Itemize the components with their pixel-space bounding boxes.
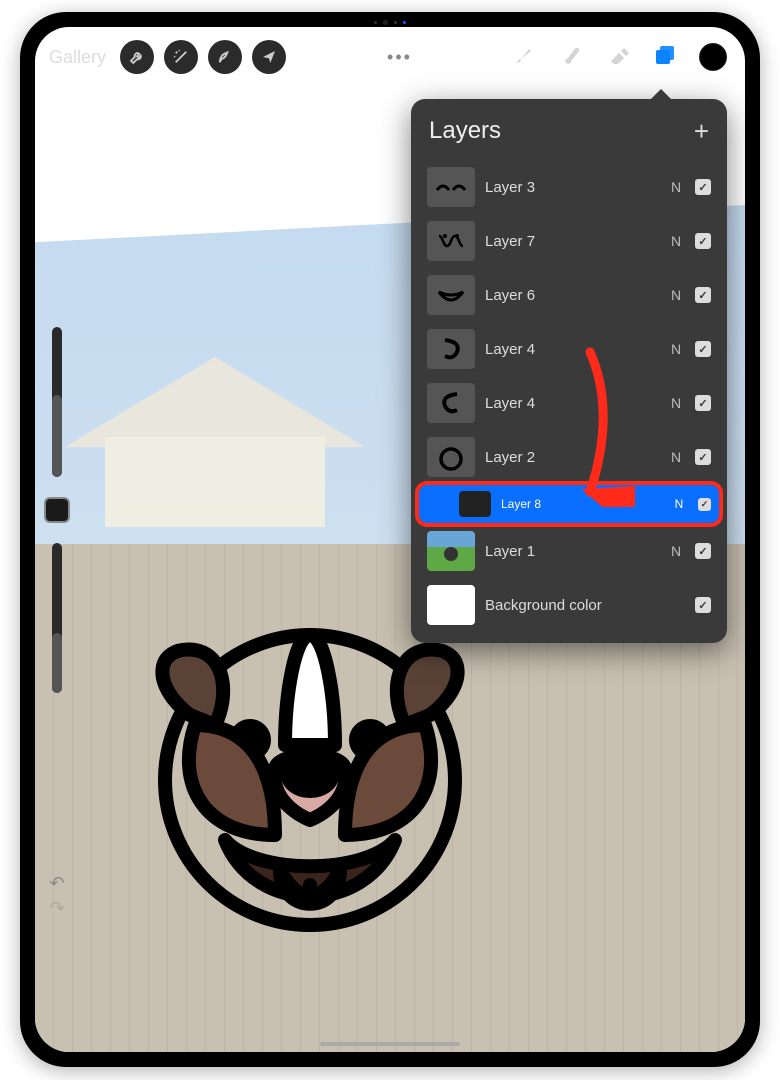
blend-mode-label[interactable]: N (667, 179, 685, 195)
selection-icon[interactable] (208, 40, 242, 74)
layer-name-label: Layer 4 (485, 341, 657, 358)
layer-thumbnail (427, 437, 475, 477)
blend-mode-label[interactable]: N (667, 287, 685, 303)
layers-panel: Layers + Layer 3 N ✓ Layer 7 N ✓ Layer 6… (411, 99, 727, 643)
opacity-slider[interactable] (52, 543, 62, 693)
app-toolbar: Gallery ••• (45, 35, 735, 79)
visibility-checkbox[interactable]: ✓ (695, 543, 711, 559)
layer-name-label: Layer 3 (485, 179, 657, 196)
visibility-checkbox[interactable]: ✓ (695, 449, 711, 465)
layers-icon[interactable] (653, 43, 677, 72)
layer-row[interactable]: Layer 2 N ✓ (419, 431, 719, 483)
transform-icon[interactable] (252, 40, 286, 74)
layer-thumbnail (427, 585, 475, 625)
camera-bar (330, 18, 450, 26)
blend-mode-label[interactable]: N (667, 449, 685, 465)
layer-row-selected[interactable]: Layer 8 N ✓ (419, 485, 719, 523)
layer-name-label: Layer 6 (485, 287, 657, 304)
wand-icon[interactable] (164, 40, 198, 74)
layer-name-label: Layer 7 (485, 233, 657, 250)
home-indicator (320, 1042, 460, 1046)
ipad-frame: Gallery ••• (20, 12, 760, 1067)
visibility-checkbox[interactable]: ✓ (695, 341, 711, 357)
visibility-checkbox[interactable]: ✓ (695, 287, 711, 303)
layer-row[interactable]: Layer 4 N ✓ (419, 377, 719, 429)
layer-row[interactable]: Layer 3 N ✓ (419, 161, 719, 213)
brush-size-slider[interactable] (52, 327, 62, 477)
layer-row[interactable]: Layer 7 N ✓ (419, 215, 719, 267)
layer-name-label: Layer 1 (485, 543, 657, 560)
layer-thumbnail (427, 531, 475, 571)
smudge-icon[interactable] (559, 42, 585, 73)
blend-mode-label[interactable]: N (667, 341, 685, 357)
layer-row[interactable]: Layer 1 N ✓ (419, 525, 719, 577)
layer-name-label: Layer 8 (501, 497, 660, 511)
visibility-checkbox[interactable]: ✓ (698, 498, 711, 511)
redo-icon[interactable]: ↷ (49, 898, 64, 919)
modify-menu-icon[interactable]: ••• (387, 47, 412, 68)
blend-mode-label[interactable]: N (667, 395, 685, 411)
layer-name-label: Layer 4 (485, 395, 657, 412)
dog-lineart (135, 605, 485, 955)
layer-row[interactable]: Layer 6 N ✓ (419, 269, 719, 321)
layer-thumbnail (427, 275, 475, 315)
blend-mode-label[interactable]: N (667, 233, 685, 249)
side-controls: ↶ ↷ (39, 327, 75, 919)
undo-icon[interactable]: ↶ (49, 873, 64, 894)
visibility-checkbox[interactable]: ✓ (695, 233, 711, 249)
layer-thumbnail (427, 383, 475, 423)
visibility-checkbox[interactable]: ✓ (695, 179, 711, 195)
layer-thumbnail (427, 329, 475, 369)
screen: Gallery ••• (35, 27, 745, 1052)
eraser-icon[interactable] (607, 43, 631, 72)
add-layer-button[interactable]: + (694, 118, 709, 144)
color-picker-button[interactable] (699, 43, 727, 71)
layer-thumbnail (427, 221, 475, 261)
brush-icon[interactable] (513, 43, 537, 72)
wrench-icon[interactable] (120, 40, 154, 74)
layer-name-label: Layer 2 (485, 449, 657, 466)
layer-row-background[interactable]: Background color ✓ (419, 579, 719, 631)
visibility-checkbox[interactable]: ✓ (695, 597, 711, 613)
blend-mode-label[interactable]: N (667, 543, 685, 559)
layer-name-label: Background color (485, 597, 657, 614)
layers-panel-title: Layers (429, 117, 501, 145)
layer-thumbnail (427, 167, 475, 207)
gallery-button[interactable]: Gallery (45, 47, 110, 68)
modify-button[interactable] (44, 497, 70, 523)
layer-row[interactable]: Layer 4 N ✓ (419, 323, 719, 375)
blend-mode-label[interactable]: N (670, 497, 688, 511)
visibility-checkbox[interactable]: ✓ (695, 395, 711, 411)
layer-thumbnail (459, 491, 491, 517)
